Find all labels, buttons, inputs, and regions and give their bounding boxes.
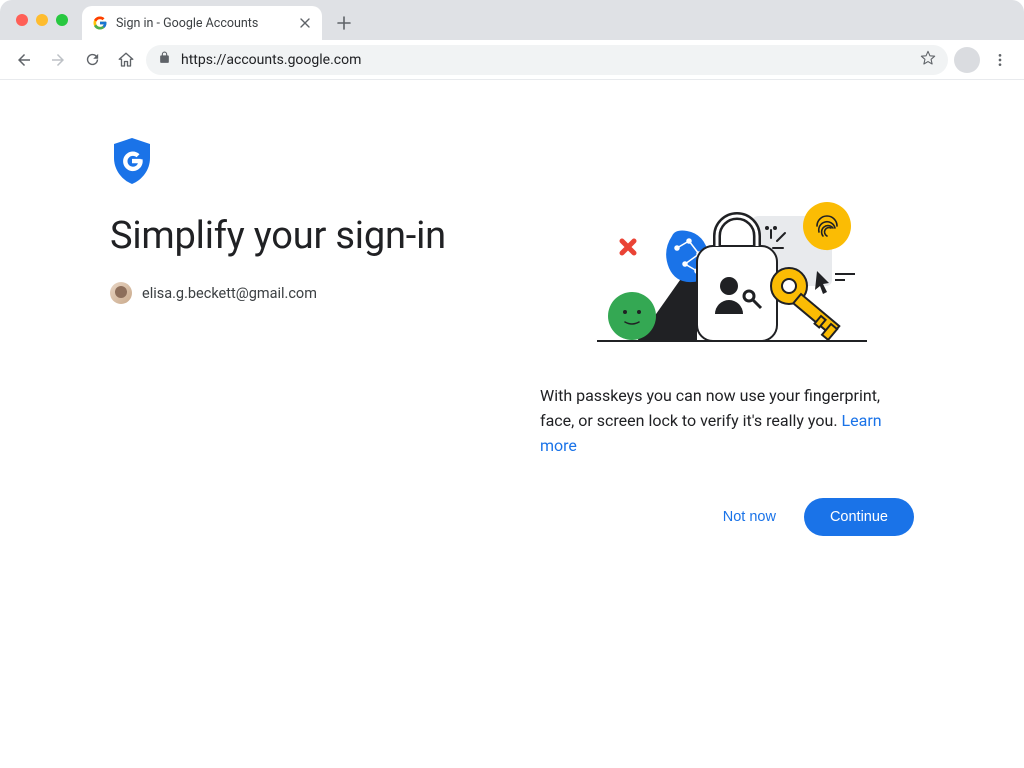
home-button[interactable] — [112, 46, 140, 74]
passkey-illustration — [540, 136, 914, 356]
action-row: Not now Continue — [540, 498, 914, 536]
tab-close-button[interactable] — [298, 16, 312, 30]
browser-tab[interactable]: Sign in - Google Accounts — [82, 6, 322, 40]
bookmark-star-icon[interactable] — [920, 50, 936, 70]
forward-button[interactable] — [44, 46, 72, 74]
url-text: https://accounts.google.com — [181, 52, 910, 68]
profile-avatar-button[interactable] — [954, 47, 980, 73]
browser-chrome: Sign in - Google Accounts h — [0, 0, 1024, 80]
continue-button[interactable]: Continue — [804, 498, 914, 536]
left-column: Simplify your sign-in elisa.g.beckett@gm… — [110, 136, 540, 536]
window-close-button[interactable] — [16, 14, 28, 26]
content-area: Simplify your sign-in elisa.g.beckett@gm… — [0, 80, 1024, 536]
account-email: elisa.g.beckett@gmail.com — [142, 285, 317, 302]
description-text: With passkeys you can now use your finge… — [540, 384, 914, 458]
account-chip[interactable]: elisa.g.beckett@gmail.com — [110, 282, 540, 304]
google-favicon-icon — [92, 15, 108, 31]
account-avatar — [110, 282, 132, 304]
page-headline: Simplify your sign-in — [110, 214, 540, 258]
window-minimize-button[interactable] — [36, 14, 48, 26]
browser-menu-button[interactable] — [986, 46, 1014, 74]
tab-title: Sign in - Google Accounts — [116, 16, 258, 31]
right-column: With passkeys you can now use your finge… — [540, 136, 914, 536]
reload-button[interactable] — [78, 46, 106, 74]
address-bar[interactable]: https://accounts.google.com — [146, 45, 948, 75]
google-shield-icon — [110, 136, 154, 186]
titlebar: Sign in - Google Accounts — [0, 0, 1024, 40]
description-body: With passkeys you can now use your finge… — [540, 386, 880, 430]
tab-strip: Sign in - Google Accounts — [82, 0, 358, 40]
lock-icon — [158, 51, 171, 68]
window-zoom-button[interactable] — [56, 14, 68, 26]
back-button[interactable] — [10, 46, 38, 74]
browser-toolbar: https://accounts.google.com — [0, 40, 1024, 80]
not-now-button[interactable]: Not now — [719, 499, 780, 535]
new-tab-button[interactable] — [330, 9, 358, 37]
window-controls — [16, 14, 68, 26]
